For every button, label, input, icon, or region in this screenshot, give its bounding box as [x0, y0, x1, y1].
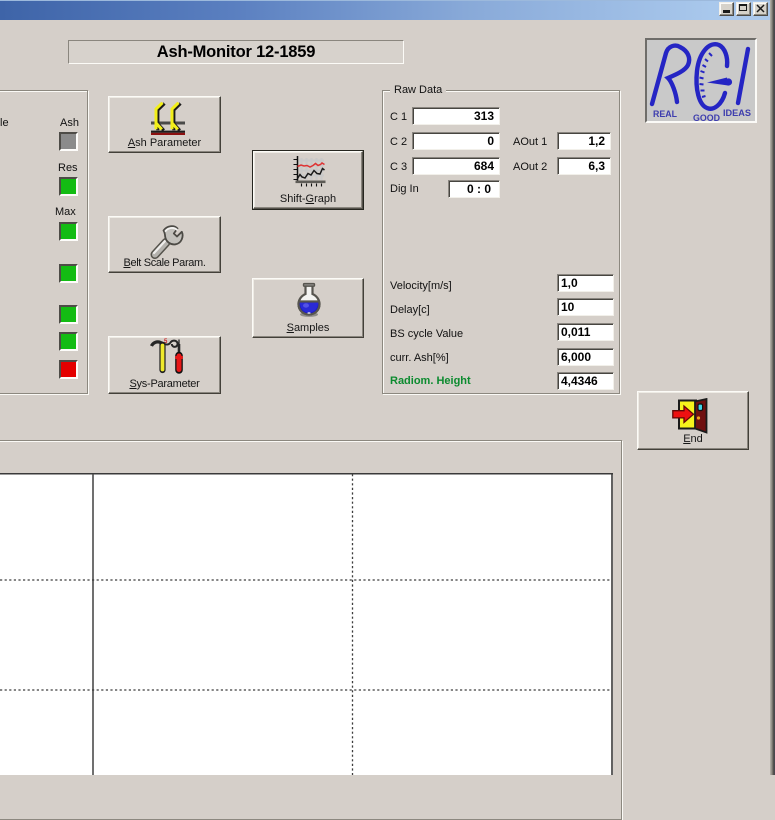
- svg-text:IDEAS: IDEAS: [723, 108, 751, 119]
- svg-text:REAL: REAL: [653, 109, 677, 120]
- svg-text:GOOD: GOOD: [693, 113, 720, 121]
